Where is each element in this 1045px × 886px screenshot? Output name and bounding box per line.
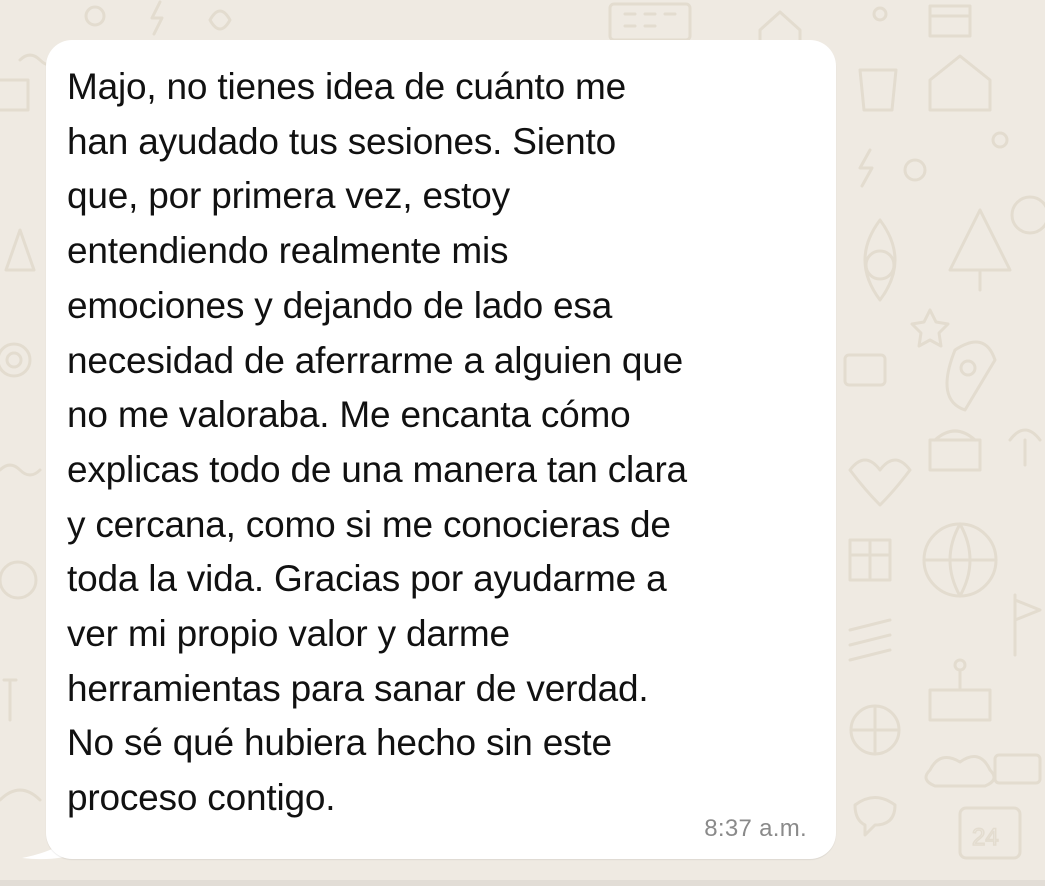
incoming-message-bubble[interactable]: Majo, no tienes idea de cuánto me han ay… [46, 40, 836, 859]
message-text: Majo, no tienes idea de cuánto me han ay… [67, 66, 687, 819]
message-container: Majo, no tienes idea de cuánto me han ay… [0, 0, 1045, 886]
bottom-divider [0, 880, 1045, 886]
message-timestamp: 8:37 a.m. [704, 815, 807, 842]
